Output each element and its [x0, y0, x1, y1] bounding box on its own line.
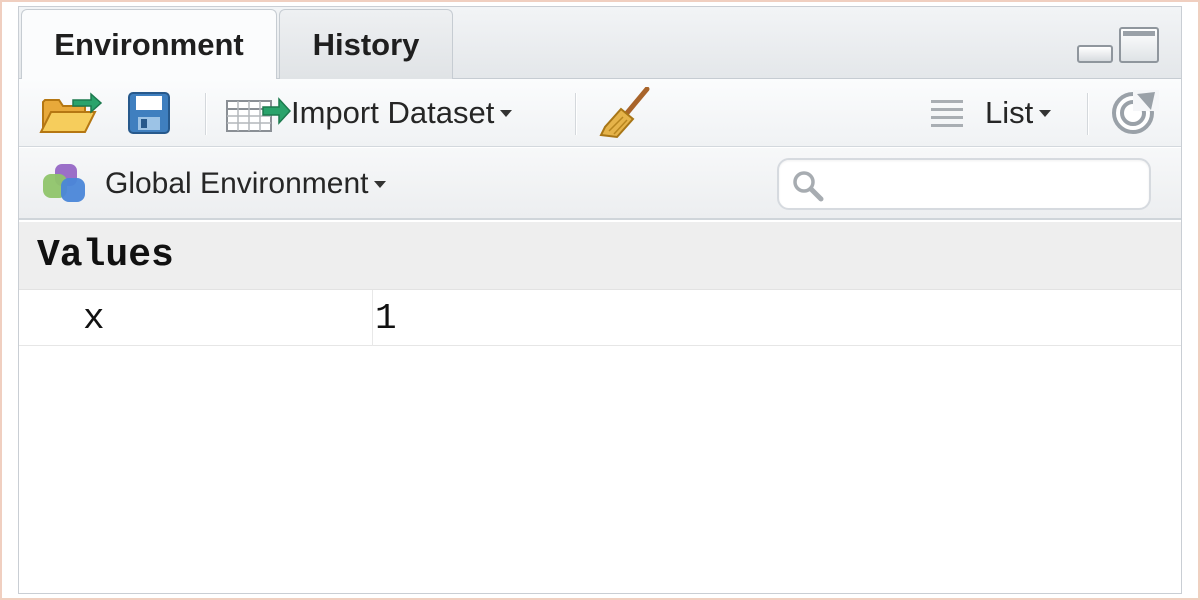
environment-icon — [43, 164, 85, 202]
environment-bar: Global Environment — [19, 148, 1181, 220]
variable-name: x — [19, 290, 373, 346]
maximize-icon[interactable] — [1119, 27, 1159, 63]
toolbar-separator — [205, 93, 207, 135]
search-box — [777, 158, 1151, 210]
window-controls — [1077, 27, 1159, 63]
refresh-button[interactable] — [1107, 79, 1163, 147]
tab-environment-label: Environment — [54, 27, 244, 62]
environment-label: Global Environment — [105, 167, 369, 200]
chevron-down-icon — [374, 180, 387, 188]
empty-area — [19, 347, 1181, 593]
import-dataset-icon — [226, 97, 291, 132]
environment-selector[interactable]: Global Environment — [41, 162, 387, 206]
broom-icon — [599, 87, 650, 139]
save-icon — [128, 92, 170, 134]
refresh-icon — [1112, 90, 1159, 134]
import-dataset-button[interactable]: Import Dataset — [225, 79, 513, 147]
view-mode-label: List — [985, 95, 1034, 130]
toolbar-separator — [575, 93, 577, 135]
values-section-header: Values — [19, 222, 1181, 290]
tab-history[interactable]: History — [279, 9, 453, 79]
toolbar-separator — [1087, 93, 1089, 135]
save-workspace-button[interactable] — [127, 79, 177, 147]
table-row[interactable]: x 1 — [19, 290, 1181, 346]
toolbar: Import Dataset List — [19, 79, 1181, 147]
search-icon — [793, 171, 824, 202]
tab-history-label: History — [312, 26, 420, 62]
environment-pane: Environment History Import Dataset List … — [18, 6, 1182, 594]
clear-workspace-button[interactable] — [597, 79, 657, 147]
search-input[interactable] — [829, 166, 1139, 204]
variable-value: 1 — [375, 297, 397, 339]
chevron-down-icon — [500, 109, 513, 117]
tab-bar: Environment History — [19, 7, 1181, 80]
list-icon — [931, 100, 963, 127]
tab-environment[interactable]: Environment — [21, 9, 277, 80]
view-mode-selector[interactable]: List — [929, 79, 1052, 147]
folder-open-icon — [39, 92, 103, 133]
import-dataset-label: Import Dataset — [291, 95, 495, 130]
outer-frame: Environment History Import Dataset List … — [0, 0, 1200, 600]
minimize-icon[interactable] — [1077, 45, 1113, 63]
load-workspace-button[interactable] — [39, 79, 105, 147]
chevron-down-icon — [1039, 109, 1052, 117]
